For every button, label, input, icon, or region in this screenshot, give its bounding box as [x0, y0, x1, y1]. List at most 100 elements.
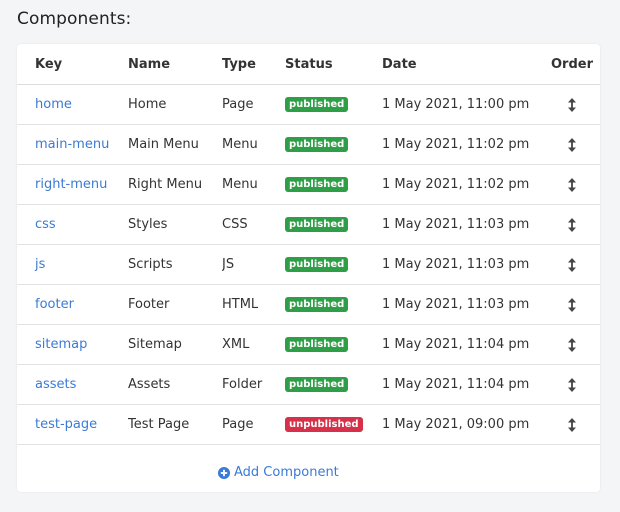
vertical-arrows-icon[interactable]: [565, 297, 579, 313]
component-key-link[interactable]: sitemap: [35, 337, 87, 352]
vertical-arrows-icon[interactable]: [565, 217, 579, 233]
component-key-link[interactable]: main-menu: [35, 137, 109, 152]
cell-order: [544, 364, 600, 405]
table-row: home Home Page published 1 May 2021, 11:00 p…: [17, 84, 600, 125]
component-key-link[interactable]: right-menu: [35, 177, 107, 192]
cell-status: published: [285, 164, 382, 205]
cell-order: [544, 404, 600, 445]
table-header-row: Key Name Type Status Date Order: [17, 44, 600, 85]
cell-order: [544, 324, 600, 365]
vertical-arrows-icon[interactable]: [565, 417, 579, 433]
component-key-link[interactable]: test-page: [35, 417, 97, 432]
table-header: Key Name Type Status Date Order: [17, 44, 600, 85]
table-body: home Home Page published 1 May 2021, 11:00 p…: [17, 84, 600, 445]
status-badge: published: [285, 97, 349, 112]
cell-name: Scripts: [128, 244, 222, 285]
status-badge: published: [285, 337, 349, 352]
page-title: Components:: [17, 9, 132, 29]
cell-key: sitemap: [17, 324, 128, 365]
column-header-date: Date: [382, 44, 544, 85]
cell-date: 1 May 2021, 11:03 pm: [382, 204, 544, 245]
vertical-arrows-icon[interactable]: [565, 177, 579, 193]
table-row: test-page Test Page Page unpublished 1 May 2…: [17, 404, 600, 445]
cell-status: unpublished: [285, 404, 382, 445]
table-row: main-menu Main Menu Menu published 1 May 202…: [17, 124, 600, 165]
cell-key: right-menu: [17, 164, 128, 205]
cell-order: [544, 204, 600, 245]
column-header-key: Key: [17, 44, 128, 85]
cell-status: published: [285, 204, 382, 245]
column-header-name: Name: [128, 44, 222, 85]
component-key-link[interactable]: css: [35, 217, 56, 232]
vertical-arrows-icon[interactable]: [565, 257, 579, 273]
status-badge: published: [285, 177, 349, 192]
cell-name: Right Menu: [128, 164, 222, 205]
cell-type: HTML: [222, 284, 285, 325]
cell-name: Assets: [128, 364, 222, 405]
cell-type: Menu: [222, 164, 285, 205]
cell-key: home: [17, 84, 128, 125]
table-row: sitemap Sitemap XML published 1 May 2021, 11…: [17, 324, 600, 365]
cell-name: Styles: [128, 204, 222, 245]
cell-date: 1 May 2021, 11:04 pm: [382, 324, 544, 365]
cell-key: test-page: [17, 404, 128, 445]
cell-date: 1 May 2021, 11:02 pm: [382, 124, 544, 165]
cell-order: [544, 124, 600, 165]
cell-name: Home: [128, 84, 222, 125]
cell-key: assets: [17, 364, 128, 405]
column-header-type: Type: [222, 44, 285, 85]
vertical-arrows-icon[interactable]: [565, 337, 579, 353]
status-badge: published: [285, 257, 349, 272]
cell-key: css: [17, 204, 128, 245]
cell-date: 1 May 2021, 11:02 pm: [382, 164, 544, 205]
cell-date: 1 May 2021, 11:04 pm: [382, 364, 544, 405]
cell-status: published: [285, 124, 382, 165]
cell-name: Sitemap: [128, 324, 222, 365]
cell-status: published: [285, 364, 382, 405]
component-key-link[interactable]: js: [35, 257, 45, 272]
cell-date: 1 May 2021, 09:00 pm: [382, 404, 544, 445]
cell-status: published: [285, 84, 382, 125]
table-row: css Styles CSS published 1 May 2021, 11:03 p…: [17, 204, 600, 245]
cell-name: Main Menu: [128, 124, 222, 165]
cell-type: Menu: [222, 124, 285, 165]
cell-date: 1 May 2021, 11:03 pm: [382, 244, 544, 285]
status-badge: published: [285, 297, 349, 312]
table-row: assets Assets Folder published 1 May 2021, 1…: [17, 364, 600, 405]
cell-type: JS: [222, 244, 285, 285]
cell-type: XML: [222, 324, 285, 365]
status-badge: published: [285, 217, 349, 232]
cell-name: Footer: [128, 284, 222, 325]
component-key-link[interactable]: footer: [35, 297, 74, 312]
component-key-link[interactable]: home: [35, 97, 72, 112]
cell-status: published: [285, 324, 382, 365]
column-header-order: Order: [544, 44, 600, 85]
components-table: Key Name Type Status Date Order home Home…: [17, 44, 600, 445]
cell-key: footer: [17, 284, 128, 325]
cell-name: Test Page: [128, 404, 222, 445]
cell-key: js: [17, 244, 128, 285]
cell-order: [544, 84, 600, 125]
table-row: footer Footer HTML published 1 May 2021, 11:…: [17, 284, 600, 325]
status-badge: published: [285, 377, 349, 392]
status-badge: published: [285, 137, 349, 152]
cell-type: Page: [222, 404, 285, 445]
cell-type: Folder: [222, 364, 285, 405]
vertical-arrows-icon[interactable]: [565, 137, 579, 153]
cell-date: 1 May 2021, 11:00 pm: [382, 84, 544, 125]
cell-date: 1 May 2021, 11:03 pm: [382, 284, 544, 325]
add-component-button[interactable]: Add Component: [218, 465, 339, 480]
add-component-label: Add Component: [234, 465, 339, 480]
cell-type: CSS: [222, 204, 285, 245]
vertical-arrows-icon[interactable]: [565, 377, 579, 393]
cell-order: [544, 284, 600, 325]
table-row: js Scripts JS published 1 May 2021, 11:03 pm: [17, 244, 600, 285]
cell-key: main-menu: [17, 124, 128, 165]
components-card: Key Name Type Status Date Order home Home…: [17, 44, 600, 492]
vertical-arrows-icon[interactable]: [565, 97, 579, 113]
plus-circle-icon: [218, 466, 230, 479]
component-key-link[interactable]: assets: [35, 377, 76, 392]
cell-order: [544, 244, 600, 285]
table-row: right-menu Right Menu Menu published 1 May 2…: [17, 164, 600, 205]
cell-status: published: [285, 284, 382, 325]
